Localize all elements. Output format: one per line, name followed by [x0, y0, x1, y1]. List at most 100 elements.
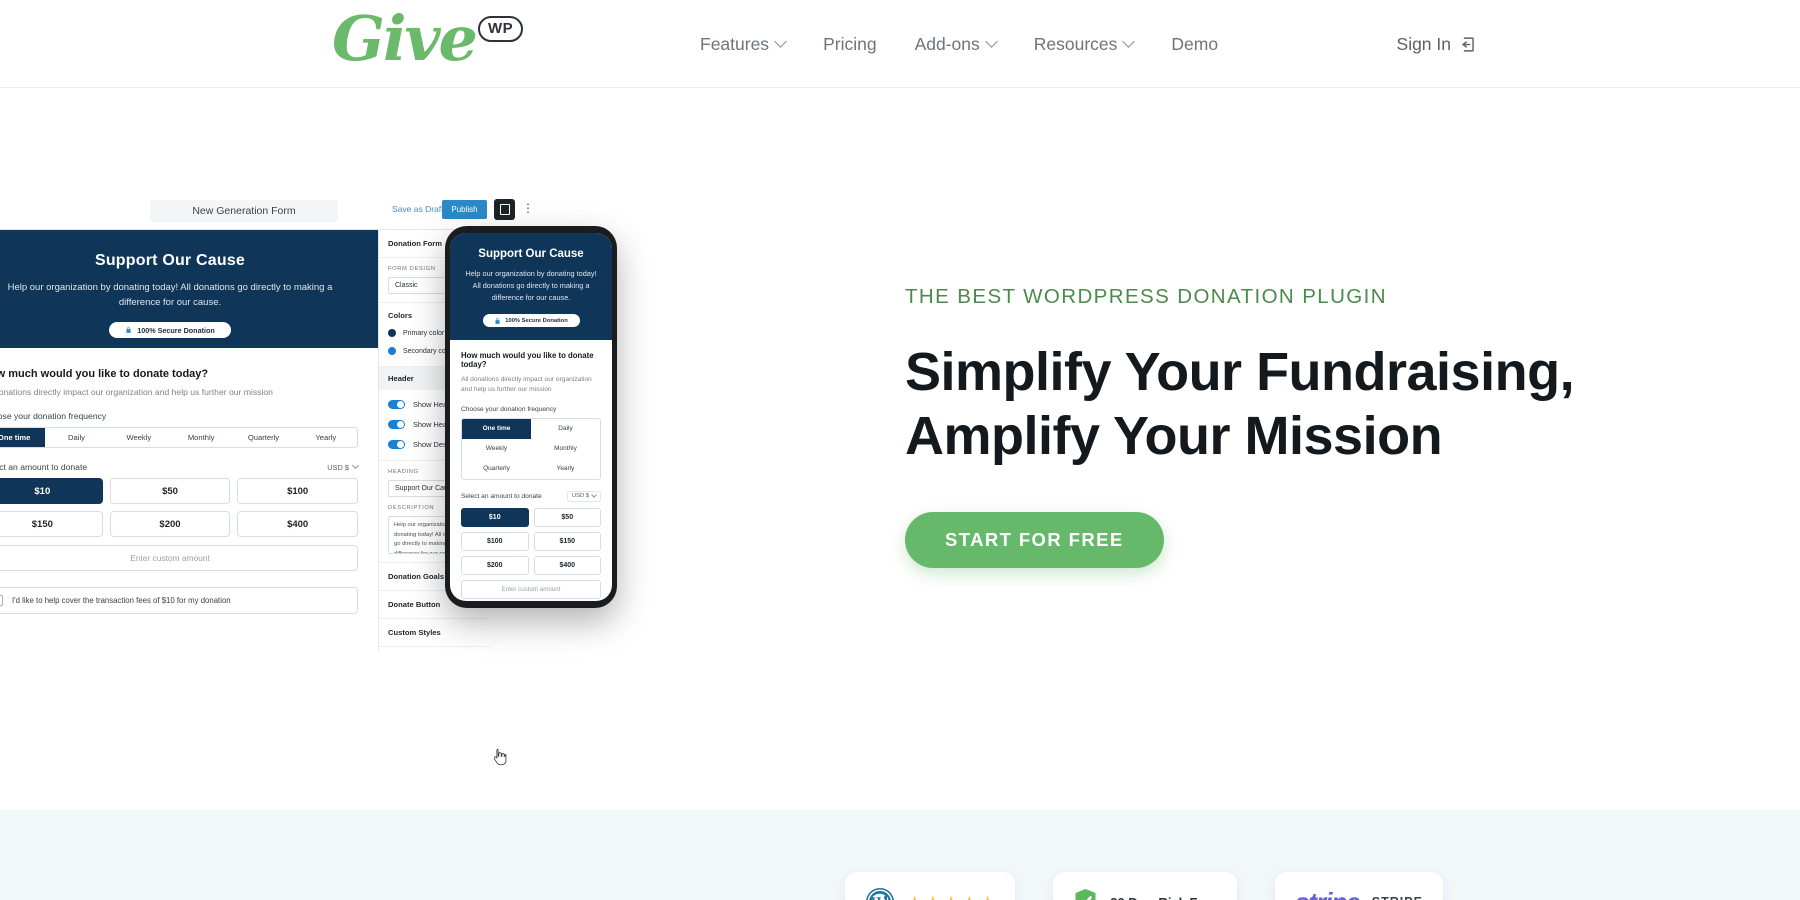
- logo-wordmark: Give: [332, 2, 478, 75]
- publish-button[interactable]: Publish: [442, 200, 487, 219]
- cover-fees-row[interactable]: I'd like to help cover the transaction f…: [0, 587, 358, 614]
- phone-custom-amount-input[interactable]: Enter custom amount: [461, 579, 601, 599]
- form-amount-heading: How much would you like to donate today?: [0, 368, 209, 380]
- stripe-logo: stripe: [1295, 887, 1361, 900]
- site-header: Give WP Features Pricing Add-ons Resourc…: [0, 0, 1800, 88]
- start-for-free-button[interactable]: START FOR FREE: [905, 512, 1164, 569]
- amount-option-400[interactable]: $400: [237, 511, 358, 537]
- inspector-item-custom-styles[interactable]: Custom Styles: [379, 619, 490, 647]
- logo-wp-badge: WP: [477, 16, 524, 42]
- more-options-icon[interactable]: ⋮: [522, 202, 534, 214]
- phone-amount-150[interactable]: $150: [533, 531, 601, 551]
- phone-frequency-weekly[interactable]: Weekly: [462, 439, 531, 459]
- phone-frequency-daily[interactable]: Daily: [531, 419, 600, 439]
- nav-label-demo: Demo: [1171, 33, 1219, 54]
- cover-fees-checkbox[interactable]: [0, 595, 3, 606]
- form-title: Support Our Cause: [94, 252, 246, 269]
- primary-color-label: Primary color: [403, 329, 445, 337]
- phone-amount-100[interactable]: $100: [461, 531, 529, 551]
- frequency-option-one-time[interactable]: One time: [0, 428, 46, 447]
- form-hero-header: Support Our Cause Help our organization …: [0, 230, 380, 348]
- editor-toolbar: New Generation Form Save as Draft Publis…: [0, 192, 534, 230]
- frequency-option-daily[interactable]: Daily: [45, 428, 107, 447]
- phone-screen: Support Our Cause Help our organization …: [450, 233, 612, 601]
- star-icon: ★: [962, 894, 977, 900]
- frequency-option-monthly[interactable]: Monthly: [170, 428, 232, 447]
- form-amount-subheading: All donations directly impact our organi…: [0, 387, 273, 397]
- amount-option-50[interactable]: $50: [109, 478, 231, 504]
- sign-in-label: Sign In: [1396, 33, 1451, 54]
- phone-amount-heading: How much would you like to donate today?: [461, 351, 594, 370]
- save-as-draft-button[interactable]: Save as Draft: [392, 204, 444, 214]
- frequency-option-quarterly[interactable]: Quarterly: [232, 428, 294, 447]
- nav-label-pricing: Pricing: [823, 33, 877, 54]
- chevron-down-icon: [774, 35, 787, 48]
- amount-option-100[interactable]: $100: [237, 478, 358, 504]
- toggle-show-header[interactable]: [388, 399, 405, 409]
- amount-option-150[interactable]: $150: [0, 511, 103, 537]
- nav-item-pricing[interactable]: Pricing: [823, 34, 877, 55]
- amount-option-200[interactable]: $200: [109, 511, 231, 537]
- wordpress-icon: [866, 887, 894, 900]
- currency-selector[interactable]: USD $: [327, 461, 360, 472]
- form-canvas: Support Our Cause Help our organization …: [0, 230, 380, 682]
- toggle-show-heading[interactable]: [388, 419, 405, 429]
- hero-eyebrow: THE BEST WORDPRESS DONATION PLUGIN: [905, 285, 1387, 308]
- primary-color-swatch[interactable]: [388, 329, 396, 337]
- phone-frequency-grid: One time Daily Weekly Monthly Quarterly …: [461, 417, 601, 480]
- hero-headline: Simplify Your Fundraising, Amplify Your …: [905, 341, 1625, 468]
- chevron-down-icon: [1122, 35, 1136, 48]
- secure-donation-badge: 100% Secure Donation: [109, 322, 231, 339]
- secondary-color-swatch[interactable]: [388, 347, 396, 355]
- chevron-down-icon: [591, 492, 597, 498]
- frequency-option-weekly[interactable]: Weekly: [108, 428, 170, 447]
- phone-amount-50[interactable]: $50: [533, 507, 601, 527]
- star-icon: ★: [925, 894, 940, 900]
- chevron-down-icon: [351, 461, 360, 470]
- phone-form-header: Support Our Cause Help our organization …: [450, 233, 612, 341]
- nav-item-resources[interactable]: Resources: [1034, 34, 1136, 55]
- phone-frequency-yearly[interactable]: Yearly: [531, 459, 600, 479]
- currency-value: USD $: [327, 462, 349, 472]
- form-body: How much would you like to donate today?…: [0, 348, 380, 614]
- star-icon: ★: [980, 894, 995, 900]
- phone-secure-badge: 100% Secure Donation: [482, 314, 580, 328]
- phone-frequency-monthly[interactable]: Monthly: [531, 439, 600, 459]
- phone-frequency-one-time[interactable]: One time: [462, 418, 531, 439]
- document-title: New Generation Form: [150, 200, 338, 222]
- phone-amount-200[interactable]: $200: [461, 555, 529, 575]
- toggle-show-description[interactable]: [388, 439, 405, 449]
- phone-currency-selector[interactable]: USD $: [566, 490, 601, 502]
- secure-badge-label: 100% Secure Donation: [137, 325, 215, 335]
- nav-label-features: Features: [700, 33, 770, 54]
- phone-secure-badge-label: 100% Secure Donation: [505, 317, 568, 324]
- cover-fees-label: I'd like to help cover the transaction f…: [12, 596, 231, 605]
- nav-item-addons[interactable]: Add-ons: [915, 34, 998, 55]
- givewp-logo[interactable]: Give WP: [332, 2, 524, 75]
- hero-copy: THE BEST WORDPRESS DONATION PLUGIN Simpl…: [905, 285, 1625, 569]
- trust-band: ★ ★ ★ ★ ★ 30 Day, Risk Free stripe STRIP…: [0, 810, 1800, 900]
- nav-item-demo[interactable]: Demo: [1171, 34, 1218, 55]
- phone-amount-400[interactable]: $400: [533, 555, 601, 575]
- star-icon: ★: [907, 894, 922, 900]
- phone-currency-value: USD $: [571, 493, 589, 500]
- landing-page: Give WP Features Pricing Add-ons Resourc…: [0, 0, 1800, 900]
- phone-amount-label: Select an amount to donate: [461, 492, 542, 500]
- nav-item-features[interactable]: Features: [700, 33, 787, 55]
- sign-in-icon: [1461, 36, 1474, 52]
- phone-frequency-quarterly[interactable]: Quarterly: [462, 459, 531, 479]
- frequency-option-yearly[interactable]: Yearly: [295, 428, 357, 447]
- amount-header: Select an amount to donate USD $: [0, 461, 360, 472]
- sign-in-link[interactable]: Sign In: [1397, 0, 1478, 88]
- shield-check-icon: [1075, 889, 1096, 900]
- phone-amount-10[interactable]: $10: [461, 507, 529, 527]
- phone-amount-subheading: All donations directly impact our organi…: [461, 376, 592, 394]
- star-rating: ★ ★ ★ ★ ★: [907, 894, 995, 900]
- star-icon: ★: [944, 894, 959, 900]
- sidebar-toggle-icon[interactable]: [494, 199, 515, 220]
- hero-headline-line-1: Simplify Your Fundraising,: [905, 342, 1575, 402]
- inspector-panel-title: Donation Form: [388, 239, 442, 248]
- custom-amount-input[interactable]: Enter custom amount: [0, 545, 358, 571]
- amount-option-10[interactable]: $10: [0, 478, 103, 504]
- phone-form-body: How much would you like to donate today?…: [450, 340, 612, 599]
